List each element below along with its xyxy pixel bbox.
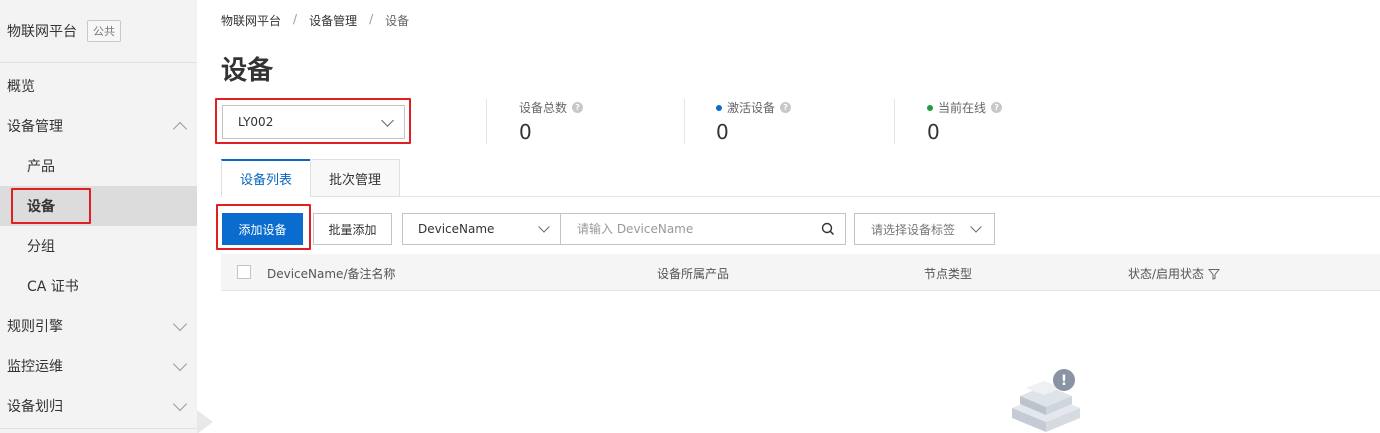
tag-select[interactable]: 请选择设备标签 (854, 213, 995, 245)
empty-state-icon: ! (1012, 369, 1080, 432)
product-select[interactable]: LY002 (222, 105, 405, 139)
sidebar-item-monitoring[interactable]: 监控运维 (0, 346, 197, 386)
chevron-down-icon (172, 316, 188, 332)
sidebar-header: 物联网平台 公共 (0, 0, 197, 63)
stat-total-devices: 设备总数 ? 0 (519, 99, 584, 144)
sidebar-item-label: 规则引擎 (7, 319, 63, 335)
sidebar-item-label: CA 证书 (27, 279, 79, 295)
sidebar-item-ca-cert[interactable]: CA 证书 (0, 266, 197, 306)
column-header-devicename: DeviceName/备注名称 (267, 267, 396, 281)
product-select-value: LY002 (238, 115, 274, 129)
stat-activated-devices: 激活设备 ? 0 (716, 99, 792, 144)
sidebar-item-label: 设备管理 (7, 119, 63, 135)
breadcrumb-current: 设备 (385, 14, 410, 28)
table-header: DeviceName/备注名称 设备所属产品 节点类型 状态/启用状态 (221, 254, 1380, 291)
help-icon[interactable]: ? (780, 102, 792, 113)
search-input[interactable] (577, 222, 807, 236)
stat-label: 激活设备 (727, 101, 776, 115)
stat-label: 当前在线 (938, 101, 987, 115)
sidebar-item-device-assignment[interactable]: 设备划归 (0, 386, 197, 426)
status-dot-icon (716, 104, 722, 111)
stat-online-devices: 当前在线 ? 0 (927, 99, 1003, 144)
breadcrumb-item[interactable]: 设备管理 (309, 12, 357, 29)
sidebar-divider (0, 428, 197, 429)
sidebar-item-overview[interactable]: 概览 (0, 66, 197, 106)
chevron-down-icon (538, 221, 550, 233)
sidebar-title: 物联网平台 (7, 24, 77, 40)
help-icon[interactable]: ? (572, 102, 584, 113)
chevron-down-icon (381, 113, 394, 127)
batch-add-button[interactable]: 批量添加 (313, 213, 392, 245)
column-header-status-label: 状态/启用状态 (1128, 267, 1205, 281)
chevron-down-icon (172, 356, 188, 372)
sidebar-item-label: 监控运维 (7, 359, 63, 375)
filter-icon[interactable] (1208, 268, 1221, 280)
breadcrumb: 物联网平台 / 设备管理 / 设备 (221, 12, 409, 29)
stat-divider (486, 99, 487, 144)
add-device-button[interactable]: 添加设备 (222, 213, 303, 245)
sidebar-item-device[interactable]: 设备 (0, 186, 197, 226)
column-header-status: 状态/启用状态 (1128, 265, 1221, 282)
page-title: 设备 (221, 56, 274, 86)
sidebar-item-device-management[interactable]: 设备管理 (0, 106, 197, 146)
sidebar: 物联网平台 公共 概览 设备管理 产品 设备 分组 CA 证书 规则引擎 监控运… (0, 0, 197, 433)
sidebar-collapse-handle[interactable] (197, 410, 213, 433)
stat-value: 0 (927, 120, 940, 144)
tag-select-placeholder: 请选择设备标签 (871, 222, 956, 237)
stat-divider (684, 99, 685, 144)
chevron-down-icon (970, 221, 982, 233)
search-icon[interactable] (821, 222, 835, 236)
stat-divider (894, 99, 895, 144)
chevron-down-icon (172, 396, 188, 412)
sidebar-item-product[interactable]: 产品 (0, 146, 197, 186)
stat-value: 0 (519, 120, 532, 144)
sidebar-item-label: 产品 (27, 159, 55, 175)
search-field-select[interactable]: DeviceName (402, 213, 561, 245)
sidebar-item-rule-engine[interactable]: 规则引擎 (0, 306, 197, 346)
sidebar-item-label: 分组 (27, 239, 55, 255)
breadcrumb-separator: / (293, 12, 298, 26)
sidebar-item-label: 设备划归 (7, 399, 63, 415)
stat-value: 0 (716, 120, 729, 144)
sidebar-item-label: 概览 (7, 79, 35, 95)
search-box (560, 213, 846, 245)
tab-device-list[interactable]: 设备列表 (221, 159, 311, 197)
column-header-node-type: 节点类型 (924, 267, 973, 281)
status-dot-icon (927, 104, 933, 111)
search-field-value: DeviceName (418, 222, 495, 236)
tab-batch-management[interactable]: 批次管理 (310, 159, 400, 197)
help-icon[interactable]: ? (991, 102, 1003, 113)
sidebar-item-label: 设备 (27, 199, 55, 215)
sidebar-badge: 公共 (87, 20, 121, 42)
stat-label: 设备总数 (519, 101, 568, 115)
select-all-checkbox[interactable] (237, 265, 251, 279)
empty-state-glyph: ! (1061, 373, 1067, 389)
column-header-product: 设备所属产品 (657, 267, 730, 281)
breadcrumb-separator: / (369, 12, 374, 26)
breadcrumb-item[interactable]: 物联网平台 (221, 12, 281, 29)
chevron-up-icon (172, 121, 188, 136)
sidebar-item-group[interactable]: 分组 (0, 226, 197, 266)
